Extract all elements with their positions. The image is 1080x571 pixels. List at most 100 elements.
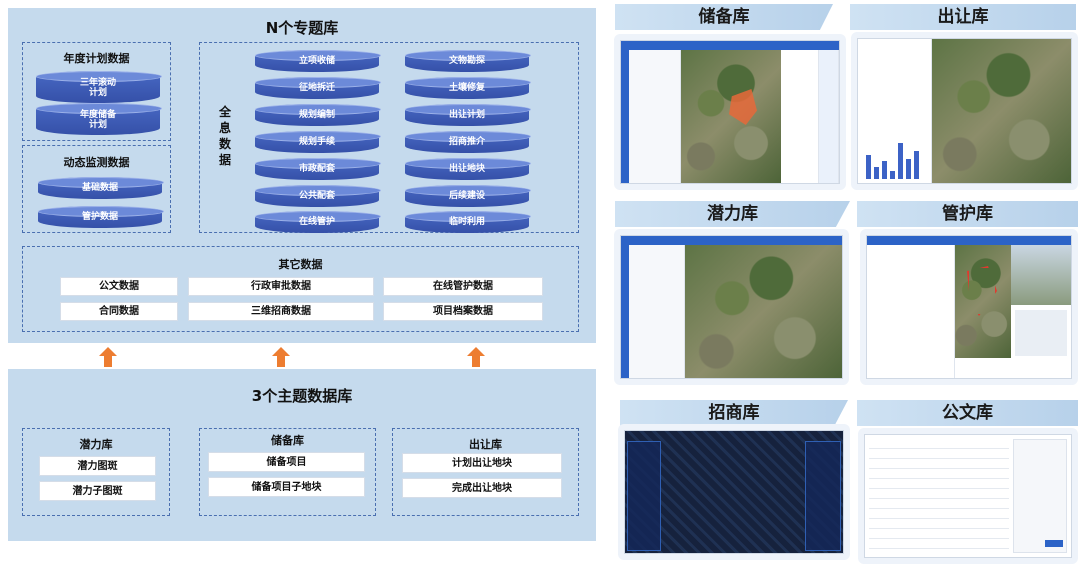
full-data-left-4: 规划手续 xyxy=(255,131,381,153)
full-data-left-label-4: 规划手续 xyxy=(298,137,335,147)
full-data-left-1: 立项收储 xyxy=(255,50,381,72)
dynamic-monitoring-cylinder-1: 基础数据 xyxy=(38,177,164,199)
app-topbar xyxy=(621,236,842,245)
library-label-reserve: 储备库 xyxy=(615,4,833,30)
library-label-text: 招商库 xyxy=(708,403,760,423)
topic-group-item: 计划出让地块 xyxy=(402,453,562,473)
library-label-potential: 潜力库 xyxy=(615,201,850,227)
full-data-left-3: 规划编制 xyxy=(255,104,381,126)
full-data-right-label-5: 出让地块 xyxy=(448,164,485,174)
full-data-right-label-1: 文物勘探 xyxy=(448,56,485,66)
library-label-text: 公文库 xyxy=(942,403,993,423)
dynamic-monitoring-item-2: 管护数据 xyxy=(81,212,118,222)
app-screen xyxy=(857,38,1072,184)
full-data-right-label-2: 土壤修复 xyxy=(448,83,485,93)
dynamic-monitoring-item-1: 基础数据 xyxy=(81,183,118,193)
topic-database-title: 3个主题数据库 xyxy=(251,387,353,405)
satellite-map xyxy=(685,245,842,378)
library-screenshot-investment xyxy=(618,424,850,560)
library-screenshot-reserve xyxy=(614,34,846,190)
library-label-text: 出让库 xyxy=(937,7,989,27)
custody-table xyxy=(867,245,955,378)
annual-plan-title: 年度计划数据 xyxy=(63,52,130,65)
library-label-investment: 招商库 xyxy=(620,400,848,426)
topic-group-name: 出让库 xyxy=(469,438,502,451)
full-data-right-1: 文物勘探 xyxy=(405,50,531,72)
app-sidebar xyxy=(621,245,629,378)
full-data-right-2: 土壤修复 xyxy=(405,77,531,99)
function-column xyxy=(819,50,839,183)
full-data-left-label-5: 市政配套 xyxy=(298,164,335,174)
full-data-label: 全 息 数 据 xyxy=(219,105,232,167)
library-label-custody: 管护库 xyxy=(857,201,1078,227)
topic-group-item: 储备项目 xyxy=(208,452,365,472)
dynamic-monitoring-cylinder-2: 管护数据 xyxy=(38,206,164,228)
app-screen xyxy=(864,434,1072,558)
library-label-text: 储备库 xyxy=(698,7,750,27)
library-screenshot-transfer xyxy=(851,32,1078,190)
up-arrow-icon xyxy=(272,347,290,367)
full-data-right-label-3: 出让计划 xyxy=(448,110,485,120)
other-data-cell: 公文数据 xyxy=(60,277,178,296)
full-data-left-6: 公共配套 xyxy=(255,185,381,207)
left-info-panel xyxy=(627,441,661,551)
full-data-right-label-6: 后续建设 xyxy=(448,191,485,201)
topic-group-item: 潜力图斑 xyxy=(39,456,156,476)
up-arrow-icon xyxy=(467,347,485,367)
full-data-right-7: 临时利用 xyxy=(405,211,531,233)
document-form xyxy=(869,439,1009,553)
app-screen xyxy=(866,235,1072,379)
library-label-text: 管护库 xyxy=(942,204,993,224)
library-label-text: 潜力库 xyxy=(707,204,758,224)
annual-plan-cylinder-1: 三年滚动 计划 xyxy=(36,71,162,103)
app-topbar xyxy=(621,41,839,50)
annual-plan-item-1: 三年滚动 计划 xyxy=(79,78,116,98)
other-data-cell: 行政审批数据 xyxy=(188,277,374,296)
library-screenshot-document xyxy=(858,428,1078,564)
topic-group-item: 潜力子图斑 xyxy=(39,481,156,501)
satellite-map xyxy=(932,39,1071,183)
right-info-panel xyxy=(805,441,841,551)
full-data-right-5: 出让地块 xyxy=(405,158,531,180)
other-data-cell: 合同数据 xyxy=(60,302,178,321)
other-data-cell: 在线管护数据 xyxy=(383,277,543,296)
other-data-title: 其它数据 xyxy=(278,258,323,271)
bar-chart-thumbnail xyxy=(864,139,926,179)
topic-group-name: 潜力库 xyxy=(79,438,113,451)
library-screenshot-custody xyxy=(860,229,1078,385)
thematic-library-title: N个专题库 xyxy=(265,19,339,37)
full-data-left-label-3: 规划编制 xyxy=(298,110,335,120)
library-screenshot-potential xyxy=(614,229,849,385)
dynamic-monitoring-title: 动态监测数据 xyxy=(63,156,130,169)
full-data-right-label-4: 招商推介 xyxy=(448,137,485,147)
full-data-left-label-7: 在线管护 xyxy=(298,217,335,227)
app-topbar xyxy=(867,236,1071,245)
library-label-document: 公文库 xyxy=(857,400,1078,426)
satellite-map xyxy=(681,50,781,183)
app-sidebar xyxy=(621,50,629,183)
app-screen xyxy=(620,235,843,379)
full-data-left-label-6: 公共配套 xyxy=(298,191,335,201)
annual-plan-cylinder-2: 年度储备 计划 xyxy=(36,103,162,135)
full-data-right-6: 后续建设 xyxy=(405,185,531,207)
full-data-right-label-7: 临时利用 xyxy=(448,217,485,227)
topic-group-item: 完成出让地块 xyxy=(402,478,562,498)
approval-panel xyxy=(1013,439,1067,553)
other-data-cell: 项目档案数据 xyxy=(383,302,543,321)
library-label-transfer: 出让库 xyxy=(850,4,1076,30)
potential-list xyxy=(629,245,685,378)
control-pad xyxy=(1015,310,1067,356)
full-data-left-2: 征地拆迁 xyxy=(255,77,381,99)
full-data-right-4: 招商推介 xyxy=(405,131,531,153)
topic-group-name: 储备库 xyxy=(271,434,304,447)
full-data-left-label-1: 立项收储 xyxy=(298,56,335,66)
app-screen xyxy=(624,430,844,554)
full-data-left-5: 市政配套 xyxy=(255,158,381,180)
app-screen xyxy=(620,40,840,184)
submit-button xyxy=(1045,540,1063,547)
project-list xyxy=(629,50,681,183)
topic-group-item: 储备项目子地块 xyxy=(208,477,365,497)
up-arrow-icon xyxy=(99,347,117,367)
site-photo xyxy=(1011,245,1071,305)
annual-plan-item-2: 年度储备 计划 xyxy=(79,110,116,130)
